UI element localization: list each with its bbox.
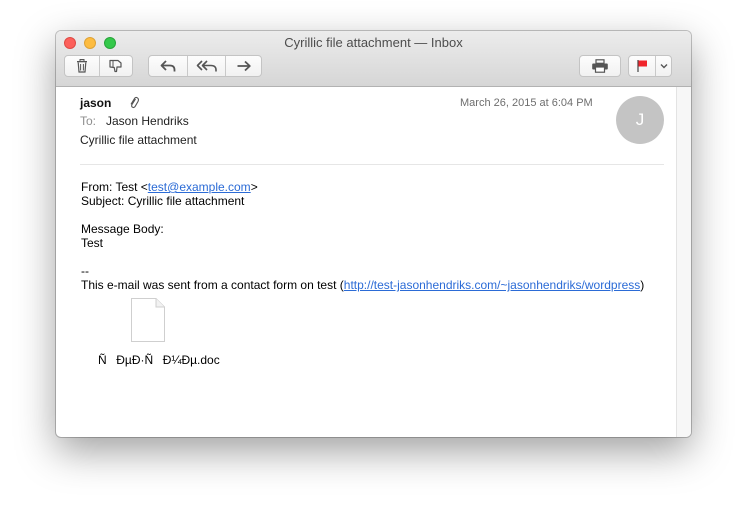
from-suffix: >	[250, 180, 258, 194]
chevron-down-icon	[660, 64, 667, 69]
subject-line: Subject: Cyrillic file attachment	[81, 194, 245, 208]
header-divider	[80, 164, 664, 165]
from-line: From: Test <test@example.com>	[81, 180, 644, 194]
flag-menu-button[interactable]	[655, 56, 671, 76]
flag-icon	[637, 60, 647, 72]
footer-prefix: This e-mail was sent from a contact form…	[81, 278, 344, 292]
message-body: From: Test <test@example.com> Subject: C…	[81, 180, 644, 292]
flag-button[interactable]	[629, 56, 655, 76]
message-body-label: Message Body:	[81, 222, 164, 236]
print-button[interactable]	[580, 56, 620, 76]
footer-line: This e-mail was sent from a contact form…	[81, 278, 644, 292]
footer-suffix: )	[640, 278, 645, 292]
attachment[interactable]: ÑÐµÐ·ÑÐ¼Ðµ.doc	[98, 297, 220, 377]
print-icon	[592, 59, 608, 73]
forward-button[interactable]	[225, 56, 261, 76]
signature-separator: --	[81, 264, 89, 278]
from-email-link[interactable]: test@example.com	[148, 180, 251, 194]
recipient-name[interactable]: Jason Hendriks	[106, 114, 189, 128]
junk-icon	[109, 59, 122, 73]
title-bar: Cyrillic file attachment — Inbox	[56, 31, 691, 87]
paperclip-icon	[129, 96, 140, 114]
flag-group	[628, 55, 672, 77]
print-group	[579, 55, 621, 77]
message-text: Test	[81, 236, 104, 250]
document-icon	[131, 298, 165, 342]
to-label: To:	[80, 114, 97, 128]
attachment-filename: ÑÐµÐ·ÑÐ¼Ðµ.doc	[98, 353, 220, 367]
message-subject: Cyrillic file attachment	[80, 133, 197, 147]
reply-all-icon	[196, 60, 217, 72]
trash-icon	[77, 59, 87, 73]
forward-icon	[237, 60, 251, 72]
mail-window: Cyrillic file attachment — Inbox jason M…	[56, 31, 691, 437]
junk-button[interactable]	[99, 56, 132, 76]
reply-icon	[160, 60, 176, 72]
reply-button[interactable]	[149, 56, 187, 76]
window-title: Cyrillic file attachment — Inbox	[284, 35, 463, 50]
avatar: J	[616, 96, 664, 144]
message-date: March 26, 2015 at 6:04 PM	[460, 97, 593, 109]
sender-name: jason	[80, 96, 112, 110]
reply-all-button[interactable]	[187, 56, 225, 76]
scrollbar[interactable]	[676, 87, 691, 437]
from-prefix: From: Test <	[81, 180, 148, 194]
delete-button[interactable]	[65, 56, 99, 76]
avatar-initial: J	[635, 110, 645, 129]
footer-link[interactable]: http://test-jasonhendriks.com/~jasonhend…	[344, 278, 640, 292]
message-view: jason March 26, 2015 at 6:04 PM J To: Ja…	[56, 87, 676, 437]
reply-group	[148, 55, 262, 77]
delete-junk-group	[64, 55, 133, 77]
